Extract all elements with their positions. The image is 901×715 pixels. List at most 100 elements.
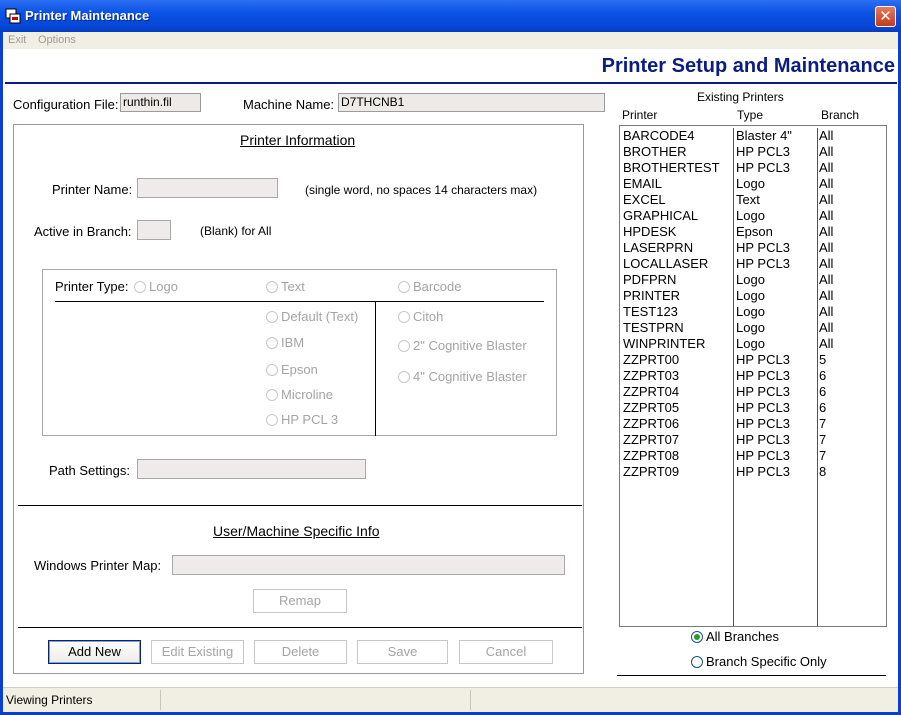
printer-type-cell: Text (736, 192, 760, 207)
printer-row[interactable]: ZZPRT05 HP PCL3 6 (620, 400, 886, 416)
printer-row[interactable]: EXCEL Text All (620, 192, 886, 208)
machine-name-field[interactable]: D7THCNB1 (338, 93, 605, 112)
printer-row[interactable]: BROTHERTEST HP PCL3 All (620, 160, 886, 176)
menu-exit[interactable]: Exit (8, 34, 26, 46)
printer-branch-cell: 5 (819, 352, 827, 367)
active-branch-hint: (Blank) for All (200, 224, 272, 238)
type-barcode-radio[interactable]: Barcode (398, 279, 461, 294)
printer-type-cell: HP PCL3 (736, 384, 790, 399)
printer-type-cell: HP PCL3 (736, 240, 790, 255)
printer-branch-cell: All (819, 272, 834, 287)
printer-row[interactable]: WINPRINTER Logo All (620, 336, 886, 352)
remap-button[interactable]: Remap (253, 589, 347, 613)
existing-printers-list[interactable]: BARCODE4 Blaster 4" All BROTHER HP PCL3 All BR… (619, 125, 887, 627)
printer-row[interactable]: BROTHER HP PCL3 All (620, 144, 886, 160)
col-branch-header: Branch (821, 108, 860, 122)
printer-row[interactable]: PRINTER Logo All (620, 288, 886, 304)
printer-type-cell: HP PCL3 (736, 416, 790, 431)
printer-branch-cell: 7 (819, 432, 827, 447)
printer-row[interactable]: ZZPRT09 HP PCL3 8 (620, 464, 886, 480)
printer-branch-cell: All (819, 192, 834, 207)
printer-name-cell: ZZPRT09 (623, 464, 680, 479)
printer-name-cell: LOCALLASER (623, 256, 709, 271)
section-divider (18, 505, 582, 506)
status-separator (160, 690, 161, 710)
page-title: Printer Setup and Maintenance (601, 55, 895, 77)
printer-branch-cell: 7 (819, 448, 827, 463)
printer-branch-cell: All (819, 336, 834, 351)
printer-branch-cell: All (819, 288, 834, 303)
printer-name-cell: ZZPRT08 (623, 448, 680, 463)
menu-options[interactable]: Options (38, 34, 76, 46)
printer-branch-cell: All (819, 320, 834, 335)
windows-map-label: Windows Printer Map: (34, 558, 162, 573)
printer-branch-cell: All (819, 256, 834, 271)
printer-name-cell: ZZPRT05 (623, 400, 680, 415)
barcode-citoh-radio[interactable]: Citoh (398, 309, 443, 324)
printer-type-cell: HP PCL3 (736, 352, 790, 367)
active-branch-field[interactable] (137, 220, 171, 240)
printer-type-cell: Logo (736, 272, 765, 287)
printer-row[interactable]: ZZPRT07 HP PCL3 7 (620, 432, 886, 448)
add-new-button[interactable]: Add New (48, 640, 141, 664)
existing-printers-heading: Existing Printers (697, 90, 784, 104)
printer-branch-cell: All (819, 176, 834, 191)
printer-row[interactable]: ZZPRT06 HP PCL3 7 (620, 416, 886, 432)
edit-existing-button[interactable]: Edit Existing (151, 640, 244, 664)
type-text-radio[interactable]: Text (266, 279, 305, 294)
config-file-field[interactable]: runthin.fil (120, 93, 201, 112)
printer-row[interactable]: TEST123 Logo All (620, 304, 886, 320)
windows-map-field[interactable] (172, 555, 565, 575)
text-ibm-radio[interactable]: IBM (266, 335, 304, 350)
status-text: Viewing Printers (6, 693, 93, 707)
printer-row[interactable]: PDFPRN Logo All (620, 272, 886, 288)
user-info-heading: User/Machine Specific Info (213, 523, 380, 539)
printer-name-cell: ZZPRT06 (623, 416, 680, 431)
cancel-button[interactable]: Cancel (459, 640, 553, 664)
filter-branch-specific-radio[interactable]: Branch Specific Only (691, 654, 827, 669)
text-hppcl3-radio[interactable]: HP PCL 3 (266, 412, 338, 427)
title-bar[interactable]: Printer Maintenance ✕ (0, 0, 901, 32)
printer-row[interactable]: BARCODE4 Blaster 4" All (620, 128, 886, 144)
printer-name-cell: HPDESK (623, 224, 677, 239)
type-logo-radio[interactable]: Logo (134, 279, 178, 294)
active-branch-label: Active in Branch: (34, 224, 132, 239)
printer-type-cell: Blaster 4" (736, 128, 792, 143)
text-microline-radio[interactable]: Microline (266, 387, 333, 402)
printer-row[interactable]: EMAIL Logo All (620, 176, 886, 192)
printer-name-label: Printer Name: (52, 182, 133, 197)
printer-name-cell: GRAPHICAL (623, 208, 699, 223)
printer-row[interactable]: GRAPHICAL Logo All (620, 208, 886, 224)
barcode-2in-blaster-radio[interactable]: 2" Cognitive Blaster (398, 338, 527, 353)
save-button[interactable]: Save (357, 640, 448, 664)
printer-row[interactable]: ZZPRT04 HP PCL3 6 (620, 384, 886, 400)
printer-row[interactable]: ZZPRT08 HP PCL3 7 (620, 448, 886, 464)
text-epson-radio[interactable]: Epson (266, 362, 318, 377)
text-default-radio[interactable]: Default (Text) (266, 309, 358, 324)
printer-name-cell: ZZPRT07 (623, 432, 680, 447)
printer-branch-cell: 6 (819, 400, 827, 415)
printer-branch-cell: 6 (819, 368, 827, 383)
delete-button[interactable]: Delete (254, 640, 347, 664)
machine-name-label: Machine Name: (243, 97, 335, 112)
filter-all-branches-radio[interactable]: All Branches (691, 629, 779, 644)
printer-row[interactable]: ZZPRT00 HP PCL3 5 (620, 352, 886, 368)
printer-branch-cell: All (819, 224, 834, 239)
printer-name-cell: PRINTER (623, 288, 681, 303)
filter-divider (617, 675, 886, 676)
printer-row[interactable]: LASERPRN HP PCL3 All (620, 240, 886, 256)
printer-row[interactable]: ZZPRT03 HP PCL3 6 (620, 368, 886, 384)
close-icon[interactable]: ✕ (875, 6, 896, 27)
printer-row[interactable]: LOCALLASER HP PCL3 All (620, 256, 886, 272)
printer-name-cell: ZZPRT04 (623, 384, 680, 399)
path-settings-field[interactable] (137, 459, 366, 479)
printer-app-icon (5, 8, 21, 24)
printer-branch-cell: All (819, 160, 834, 175)
printer-row[interactable]: HPDESK Epson All (620, 224, 886, 240)
printer-name-field[interactable] (137, 178, 278, 198)
printer-type-cell: Logo (736, 336, 765, 351)
type-divider (55, 301, 544, 302)
printer-row[interactable]: TESTPRN Logo All (620, 320, 886, 336)
printer-name-cell: WINPRINTER (623, 336, 706, 351)
barcode-4in-blaster-radio[interactable]: 4" Cognitive Blaster (398, 369, 527, 384)
